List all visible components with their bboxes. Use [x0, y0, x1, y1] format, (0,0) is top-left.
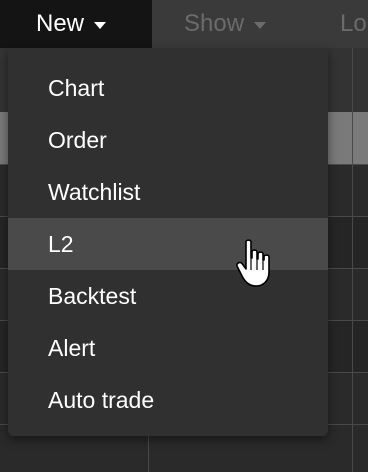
- new-menu-button[interactable]: New: [0, 0, 152, 48]
- menu-item-alert[interactable]: Alert: [8, 322, 328, 374]
- caret-down-icon: [94, 22, 107, 29]
- caret-down-icon: [254, 22, 267, 29]
- menu-item-label: Chart: [48, 74, 105, 101]
- menu-item-order[interactable]: Order: [8, 114, 328, 166]
- menu-item-auto-trade[interactable]: Auto trade: [8, 374, 328, 426]
- new-dropdown-menu: Chart Order Watchlist L2 Backtest Alert …: [8, 48, 328, 436]
- menu-item-label: L2: [48, 230, 74, 257]
- menu-item-label: Order: [48, 126, 107, 153]
- menu-bar: New Show Lo: [0, 0, 368, 48]
- hand-pointer-icon: [236, 238, 276, 290]
- menu-item-label: Watchlist: [48, 178, 141, 205]
- menu-item-label: Alert: [48, 334, 96, 361]
- lo-menu-button[interactable]: Lo: [312, 0, 368, 48]
- menu-item-chart[interactable]: Chart: [8, 62, 328, 114]
- menu-item-l2[interactable]: L2: [8, 218, 328, 270]
- grid-line: [352, 48, 353, 472]
- menu-item-label: Backtest: [48, 282, 137, 309]
- lo-menu-label: Lo: [340, 10, 367, 37]
- show-menu-button[interactable]: Show: [152, 0, 312, 48]
- menu-item-watchlist[interactable]: Watchlist: [8, 166, 328, 218]
- show-menu-label: Show: [184, 10, 245, 37]
- new-menu-label: New: [36, 10, 85, 37]
- menu-item-backtest[interactable]: Backtest: [8, 270, 328, 322]
- menu-item-label: Auto trade: [48, 386, 155, 413]
